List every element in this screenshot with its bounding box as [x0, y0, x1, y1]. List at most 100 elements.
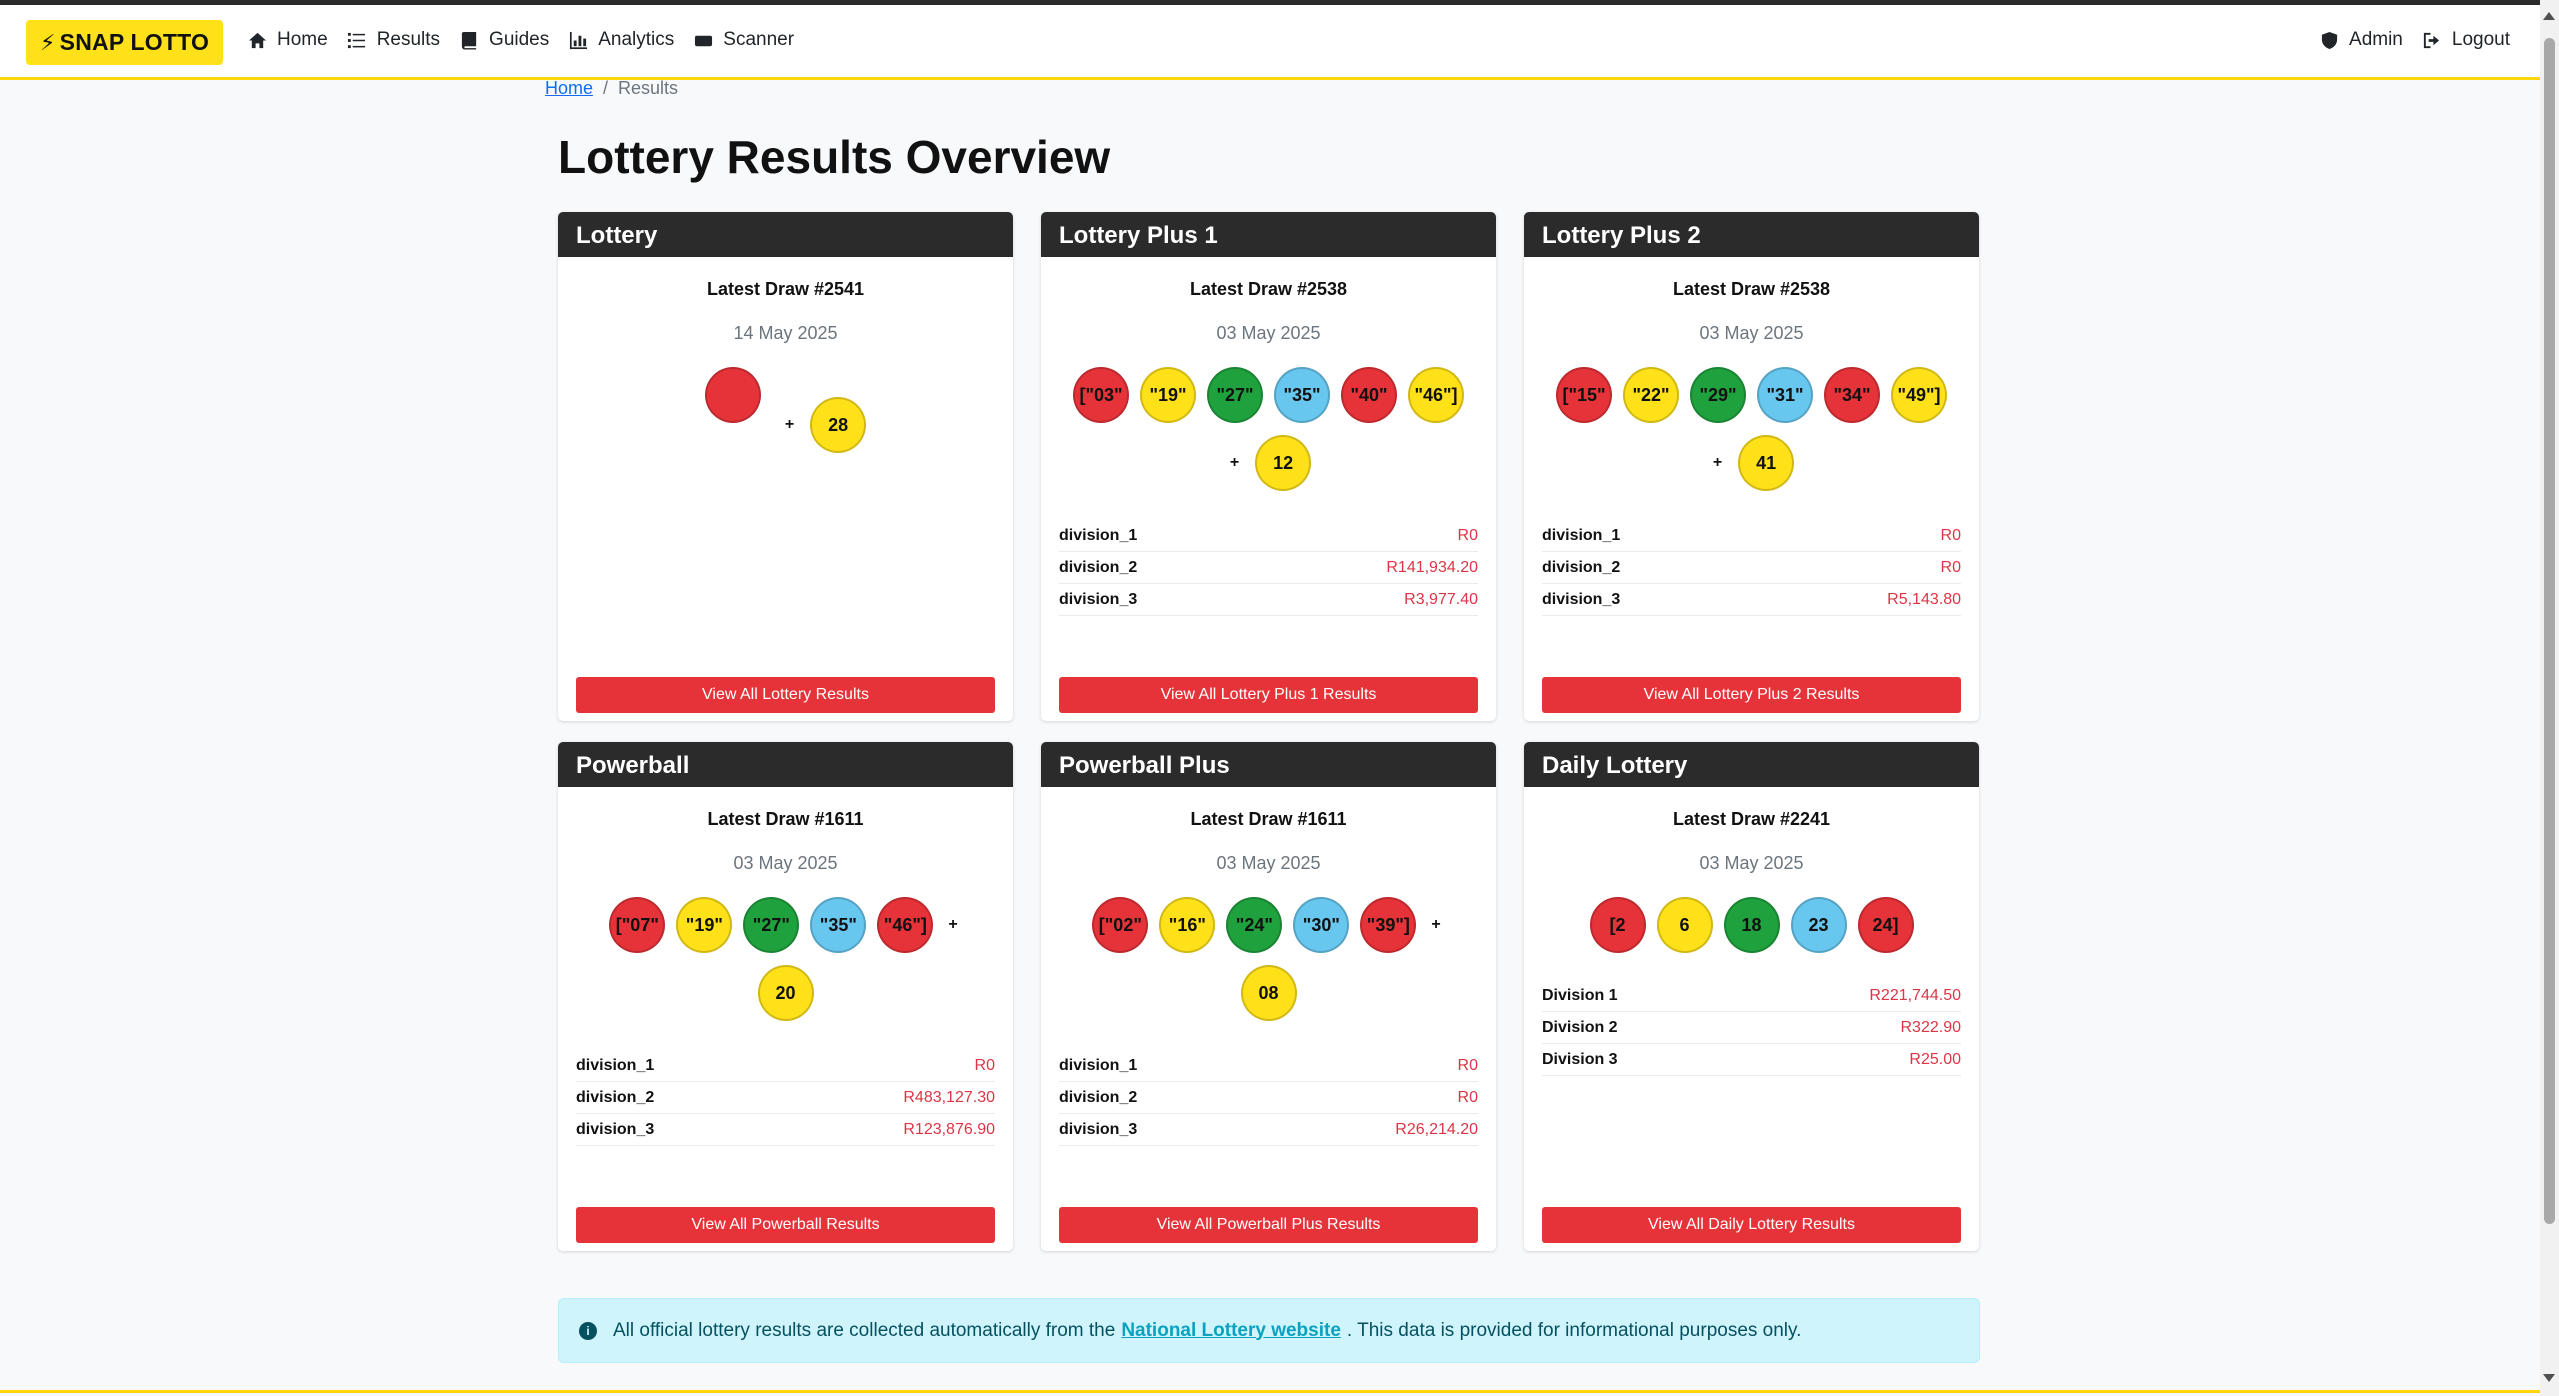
nav-guides[interactable]: Guides [458, 29, 549, 51]
lotto-ball: "49"] [1891, 367, 1947, 423]
nav-admin-label: Admin [2349, 29, 2403, 50]
prize-row: division_3 R3,977.40 [1059, 584, 1478, 616]
nav-logout[interactable]: Logout [2421, 29, 2510, 51]
division-label: division_3 [1542, 590, 1621, 608]
draw-number: Latest Draw #2538 [1672, 279, 1831, 299]
book-icon [458, 29, 480, 51]
info-alert: i All official lottery results are colle… [558, 1298, 1980, 1363]
card-title: Powerball [558, 742, 1013, 787]
lotto-ball: "24" [1226, 897, 1283, 953]
lotto-ball: "27" [1207, 367, 1263, 423]
division-label: division_2 [576, 1088, 655, 1106]
lotto-ball: "19" [1140, 367, 1196, 423]
lotto-ball: "35" [1274, 367, 1330, 423]
lotto-ball: 23 [1790, 897, 1847, 953]
scrollbar[interactable] [2540, 0, 2559, 1396]
lotto-ball: "46"] [877, 897, 934, 953]
draw-date: 03 May 2025 [1216, 853, 1321, 873]
nav-home[interactable]: Home [246, 29, 328, 51]
breadcrumb-separator: / [603, 78, 609, 98]
card-body: Latest Draw #1611 03 May 2025 ["07" "19"… [558, 787, 1013, 1251]
nav-right: Admin Logout [2318, 29, 2510, 51]
view-all-powerball-plus-button[interactable]: View All Powerball Plus Results [1059, 1207, 1478, 1243]
nav-analytics-label: Analytics [598, 29, 675, 50]
prize-amount: R25.00 [1909, 1050, 1961, 1068]
scrollbar-thumb[interactable] [2544, 38, 2555, 1224]
bonus-group: 20 [578, 965, 993, 1021]
shield-icon [2318, 29, 2340, 51]
card-body: Latest Draw #2241 03 May 2025 [2 6 18 23… [1524, 787, 1979, 1251]
prize-amount: R3,977.40 [1404, 590, 1478, 608]
draw-date: 14 May 2025 [733, 323, 838, 343]
prize-amount: R123,876.90 [903, 1120, 995, 1138]
nav-scanner-label: Scanner [723, 29, 795, 50]
ball-row: ["02" "16" "24" "30" "39"] + 08 [1041, 897, 1496, 1021]
division-label: division_1 [1059, 526, 1138, 544]
bonus-ball: 08 [1240, 965, 1297, 1021]
division-label: division_1 [1059, 1056, 1138, 1074]
prize-row: division_1 R0 [1542, 520, 1961, 552]
breadcrumb: Home / Results [545, 78, 678, 99]
plus-sign: + [1712, 454, 1723, 471]
scroll-down-arrow-icon[interactable] [2543, 1374, 2555, 1382]
draw-date: 03 May 2025 [1699, 323, 1804, 343]
bonus-ball: 12 [1255, 435, 1312, 491]
nav-admin[interactable]: Admin [2318, 29, 2403, 51]
bolt-icon: ⚡ [40, 29, 56, 55]
prize-table: division_1 R0 division_2 R0 division_3 R5,1… [1542, 520, 1961, 616]
draw-number: Latest Draw #2241 [1672, 809, 1831, 829]
lotto-ball: "27" [743, 897, 800, 953]
bonus-ball: 41 [1738, 435, 1795, 491]
card-powerball: Powerball Latest Draw #1611 03 May 2025 … [558, 742, 1013, 1251]
view-all-lottery-plus-1-button[interactable]: View All Lottery Plus 1 Results [1059, 677, 1478, 713]
lotto-ball: "31" [1757, 367, 1813, 423]
view-all-powerball-button[interactable]: View All Powerball Results [576, 1207, 995, 1243]
prize-row: division_1 R0 [1059, 1050, 1478, 1082]
chart-icon [567, 29, 589, 51]
division-label: Division 2 [1542, 1018, 1618, 1036]
plus-sign: + [948, 916, 958, 933]
prize-amount: R0 [1940, 558, 1961, 576]
lotto-ball: 18 [1723, 897, 1780, 953]
nav-logout-label: Logout [2451, 29, 2510, 50]
plus-sign: + [1431, 916, 1441, 933]
view-all-daily-lottery-button[interactable]: View All Daily Lottery Results [1542, 1207, 1961, 1243]
breadcrumb-home-link[interactable]: Home [545, 78, 593, 99]
division-label: division_2 [1542, 558, 1621, 576]
prize-row: division_3 R5,143.80 [1542, 584, 1961, 616]
national-lottery-link[interactable]: National Lottery website [1121, 1320, 1341, 1342]
brand-logo[interactable]: ⚡ SNAP LOTTO [26, 20, 224, 65]
nav-scanner[interactable]: Scanner [692, 29, 794, 51]
prize-row: division_2 R141,934.20 [1059, 552, 1478, 584]
card-title: Lottery Plus 1 [1041, 212, 1496, 257]
ball-row: ["15" "22" "29" "31" "34" "49"] + 41 [1524, 367, 1979, 491]
nav-analytics[interactable]: Analytics [567, 29, 674, 51]
prize-amount: R0 [1940, 526, 1961, 544]
bonus-group: + 41 [1709, 435, 1795, 491]
lotto-ball: "34" [1824, 367, 1880, 423]
breadcrumb-current: Results [618, 78, 679, 98]
division-label: division_2 [1059, 1088, 1138, 1106]
prize-row: division_3 R26,214.20 [1059, 1114, 1478, 1146]
card-powerball-plus: Powerball Plus Latest Draw #1611 03 May … [1041, 742, 1496, 1251]
prize-amount: R141,934.20 [1386, 558, 1478, 576]
card-title: Lottery [558, 212, 1013, 257]
card-title: Powerball Plus [1041, 742, 1496, 787]
view-all-lottery-button[interactable]: View All Lottery Results [576, 677, 995, 713]
view-all-lottery-plus-2-button[interactable]: View All Lottery Plus 2 Results [1542, 677, 1961, 713]
card-title: Lottery Plus 2 [1524, 212, 1979, 257]
nav-results[interactable]: Results [346, 29, 440, 51]
division-label: division_3 [1059, 1120, 1138, 1138]
top-navbar: ⚡ SNAP LOTTO Home Results Guides Analyti… [0, 5, 2540, 80]
scroll-up-arrow-icon[interactable] [2543, 12, 2555, 20]
prize-amount: R0 [1457, 1056, 1478, 1074]
lotto-ball: ["02" [1092, 897, 1149, 953]
prize-row: division_3 R123,876.90 [576, 1114, 995, 1146]
prize-amount: R322.90 [1900, 1018, 1962, 1036]
lotto-ball: 6 [1656, 897, 1713, 953]
plus-sign: + [1229, 454, 1240, 471]
division-label: division_1 [576, 1056, 655, 1074]
lotto-ball: "35" [810, 897, 867, 953]
lotto-ball: ["15" [1556, 367, 1612, 423]
lotto-ball: "22" [1623, 367, 1679, 423]
